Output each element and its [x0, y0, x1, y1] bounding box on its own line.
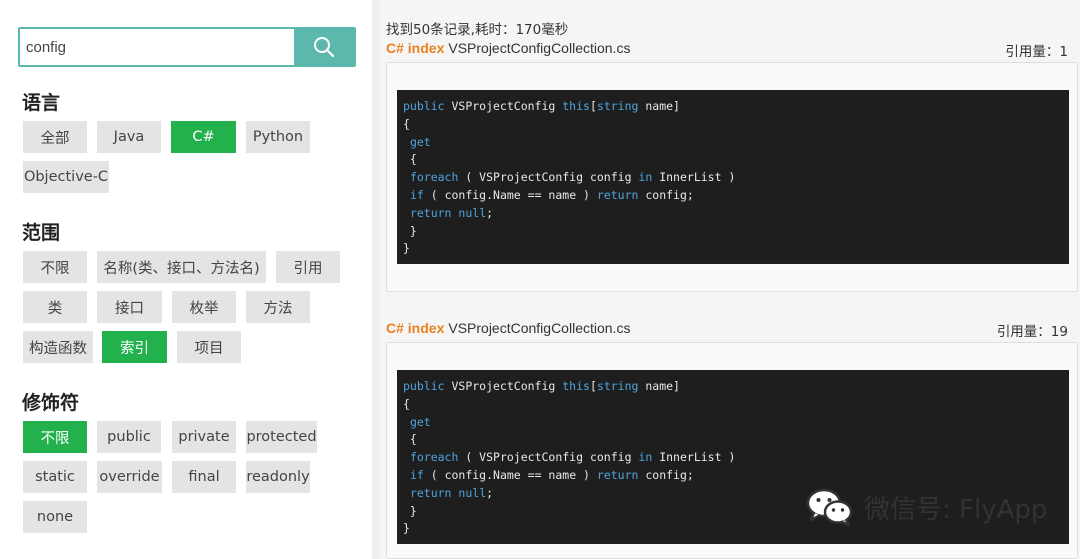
language-section-title: 语言 [22, 92, 61, 114]
language-option-python[interactable]: Python [246, 121, 310, 153]
code-line: { [403, 116, 410, 131]
scope-option-name[interactable]: 名称(类、接口、方法名) [97, 251, 266, 283]
search-box [18, 27, 356, 67]
code-line: { [403, 396, 410, 411]
code-line: } [403, 241, 410, 256]
code-line: return null; [409, 485, 494, 500]
code-line: get [409, 134, 431, 149]
scope-option-constructor[interactable]: 构造函数 [23, 331, 93, 363]
wechat-icon [806, 488, 853, 527]
language-option-all[interactable]: 全部 [23, 121, 87, 153]
search-button[interactable] [294, 29, 354, 65]
code-line: return null; [409, 205, 494, 220]
code-line: { [403, 152, 417, 167]
scope-option-enum[interactable]: 枚举 [172, 291, 236, 323]
scope-option-any[interactable]: 不限 [23, 251, 87, 283]
watermark: 微信号: FlyApp [806, 484, 1047, 530]
modifier-option-final[interactable]: final [172, 461, 236, 493]
watermark-text: 微信号: FlyApp [864, 494, 1048, 525]
modifier-option-override[interactable]: override [97, 461, 162, 493]
language-option-objective-c[interactable]: Objective-C [23, 161, 109, 193]
search-input[interactable] [20, 29, 294, 65]
code-line: if ( config.Name == name ) return config… [409, 187, 694, 202]
search-icon [314, 37, 335, 58]
result-ref-count: 引用量：1 [1005, 44, 1068, 60]
scope-section-title: 范围 [22, 222, 61, 244]
result-header: C# index VSProjectConfigCollection.cs 引用量… [386, 320, 1076, 340]
modifier-option-readonly[interactable]: readonly [246, 461, 310, 493]
scope-option-class[interactable]: 类 [23, 291, 87, 323]
code-line: } [403, 521, 410, 536]
code-line: { [403, 432, 417, 447]
modifier-option-any[interactable]: 不限 [23, 421, 87, 453]
language-option-java[interactable]: Java [97, 121, 161, 153]
panel-divider [372, 0, 380, 559]
code-line: get [409, 414, 431, 429]
result-card: public VSProjectConfig this[string name]… [386, 62, 1078, 292]
code-line: foreach ( VSProjectConfig config in Inne… [409, 450, 736, 465]
modifier-option-static[interactable]: static [23, 461, 87, 493]
code-snippet: public VSProjectConfig this[string name]… [397, 90, 1069, 264]
code-line: } [403, 223, 417, 238]
result-ref-count: 引用量：19 [996, 324, 1068, 340]
scope-option-index[interactable]: 索引 [102, 331, 167, 363]
code-line: public VSProjectConfig this[string name] [403, 99, 680, 113]
result-summary: 找到50条记录,耗时：170毫秒 [386, 22, 569, 38]
filter-sidebar: 语言 全部 Java C# Python Objective-C 范围 不限 名… [0, 0, 372, 559]
result-kind: C# index [386, 40, 445, 56]
result-kind: C# index [386, 320, 445, 336]
scope-option-reference[interactable]: 引用 [276, 251, 340, 283]
results-panel: 找到50条记录,耗时：170毫秒 C# index VSProjectConfig… [380, 0, 1080, 559]
modifier-option-protected[interactable]: protected [246, 421, 317, 453]
result-file-link[interactable]: VSProjectConfigCollection.cs [448, 320, 630, 336]
result-header: C# index VSProjectConfigCollection.cs 引用量… [386, 40, 1076, 60]
modifier-option-public[interactable]: public [97, 421, 161, 453]
code-line: foreach ( VSProjectConfig config in Inne… [409, 170, 736, 185]
code-line: public VSProjectConfig this[string name] [403, 379, 680, 393]
modifier-option-none[interactable]: none [23, 501, 87, 533]
scope-option-project[interactable]: 项目 [177, 331, 241, 363]
modifier-section-title: 修饰符 [22, 392, 80, 414]
language-option-csharp[interactable]: C# [171, 121, 236, 153]
code-line: } [403, 503, 417, 518]
code-line: if ( config.Name == name ) return config… [409, 467, 694, 482]
scope-option-method[interactable]: 方法 [246, 291, 310, 323]
modifier-option-private[interactable]: private [172, 421, 236, 453]
scope-option-interface[interactable]: 接口 [97, 291, 162, 323]
result-file-link[interactable]: VSProjectConfigCollection.cs [448, 40, 630, 56]
